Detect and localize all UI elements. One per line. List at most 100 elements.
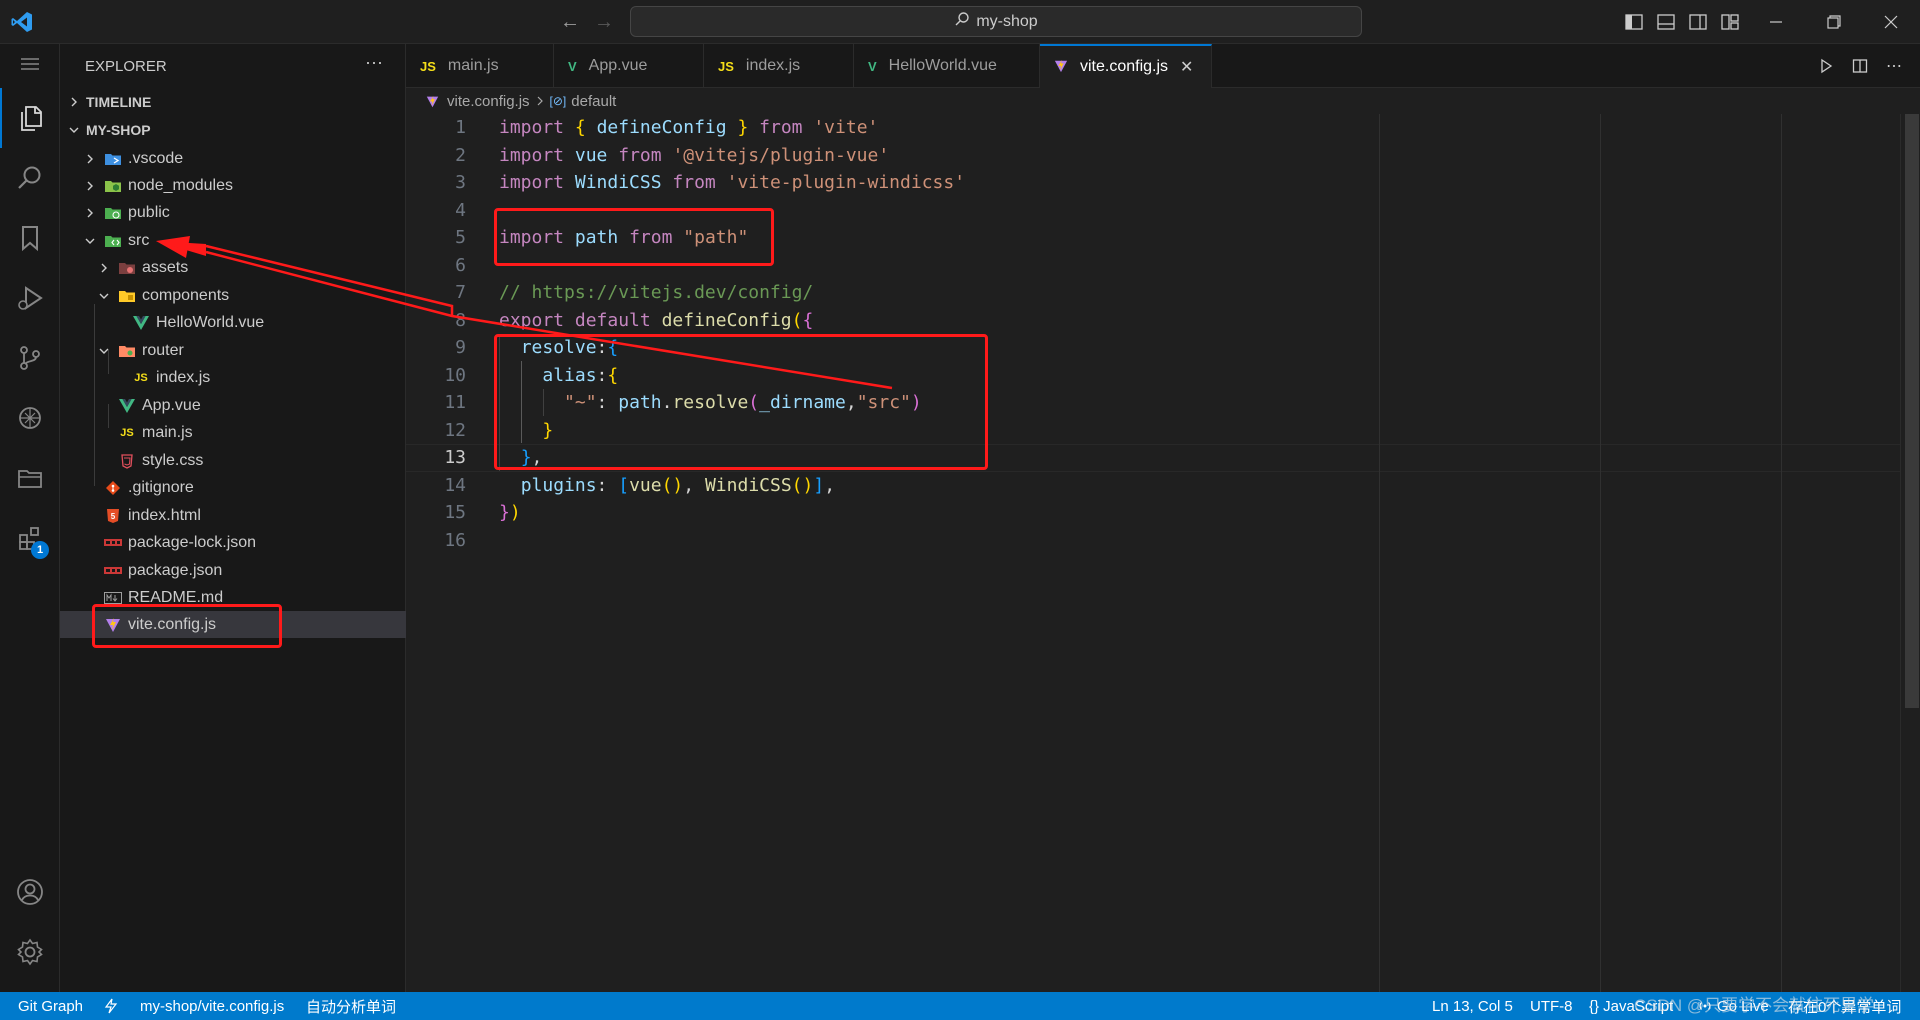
tree-file-main-js[interactable]: JS main.js: [60, 419, 406, 446]
tree-file-app-vue[interactable]: App.vue: [60, 392, 406, 419]
search-icon[interactable]: [0, 148, 60, 208]
code-line[interactable]: 15}): [406, 499, 1900, 527]
tree-item-label: style.css: [142, 451, 204, 469]
source-control-icon[interactable]: [0, 328, 60, 388]
close-window-icon[interactable]: [1862, 0, 1920, 44]
tree-folder-vscode[interactable]: .vscode: [60, 145, 406, 172]
tree-item-label: main.js: [142, 423, 193, 441]
tree-file-package-lock[interactable]: package-lock.json: [60, 529, 406, 556]
tree-file-router-index[interactable]: JS index.js: [60, 364, 406, 391]
components-folder-icon: [118, 287, 136, 305]
line-number: 7: [455, 282, 466, 303]
menu-icon[interactable]: [0, 44, 60, 84]
git-graph-button[interactable]: Git Graph: [18, 992, 83, 1020]
breadcrumb-symbol[interactable]: default: [571, 93, 616, 110]
line-number: 5: [455, 227, 466, 248]
customize-layout-icon[interactable]: [1718, 10, 1742, 34]
chatgpt-icon[interactable]: [0, 388, 60, 448]
chevron-right-icon: [82, 151, 98, 167]
split-editor-icon[interactable]: [1848, 54, 1872, 78]
tab-app-vue[interactable]: V App.vue: [554, 44, 704, 88]
timeline-section[interactable]: TIMELINE: [60, 88, 406, 115]
code-line[interactable]: 16: [406, 527, 1900, 555]
chevron-right-icon: [96, 260, 112, 276]
tree-file-style-css[interactable]: style.css: [60, 447, 406, 474]
tree-folder-node-modules[interactable]: node_modules: [60, 172, 406, 199]
tab-label: main.js: [447, 57, 499, 74]
tree-folder-src[interactable]: src: [60, 227, 406, 254]
tree-folder-assets[interactable]: assets: [60, 254, 406, 281]
tree-file-index-html[interactable]: 5 index.html: [60, 502, 406, 529]
line-number: 1: [455, 117, 466, 138]
toggle-secondary-sidebar-icon[interactable]: [1686, 10, 1710, 34]
code-line[interactable]: 14 plugins: [vue(), WindiCSS()],: [406, 472, 1900, 500]
code-text: // https://vitejs.dev/config/: [499, 282, 814, 303]
code-text: import { defineConfig } from 'vite': [499, 117, 879, 138]
tab-helloworld-vue[interactable]: V HelloWorld.vue: [854, 44, 1040, 88]
search-icon: [954, 11, 970, 32]
close-tab-icon[interactable]: ✕: [1180, 57, 1193, 77]
auto-analyze-status[interactable]: 自动分析单词: [306, 992, 396, 1020]
tree-item-label: components: [142, 286, 230, 304]
chevron-down-icon: [96, 288, 112, 304]
breadcrumb: vite.config.js [⊘] default: [406, 88, 1920, 114]
title-bar: ← → my-shop: [0, 0, 1920, 44]
tab-index-js[interactable]: JS index.js: [704, 44, 854, 88]
folder-icon[interactable]: [0, 448, 60, 508]
encoding-status[interactable]: UTF-8: [1530, 992, 1573, 1020]
code-line[interactable]: 2 import vue from '@vitejs/plugin-vue': [406, 142, 1900, 170]
tree-item-label: package-lock.json: [128, 533, 257, 551]
explorer-sidebar: EXPLORER ··· TIMELINE MY-SHOP .vscode no…: [60, 44, 406, 992]
cursor-position-status[interactable]: Ln 13, Col 5: [1432, 992, 1513, 1020]
vue-file-icon: V: [868, 58, 877, 74]
line-number: 16: [444, 529, 466, 551]
code-line[interactable]: 7 // https://vitejs.dev/config/: [406, 279, 1900, 307]
code-line[interactable]: 8 export default defineConfig({: [406, 307, 1900, 335]
toggle-primary-sidebar-icon[interactable]: [1622, 10, 1646, 34]
tab-label: vite.config.js: [1080, 58, 1169, 75]
tree-item-label: assets: [142, 258, 189, 276]
tree-folder-public[interactable]: public: [60, 199, 406, 226]
lightning-icon[interactable]: [104, 992, 118, 1020]
tree-file-helloworld[interactable]: HelloWorld.vue: [60, 309, 406, 336]
project-label: MY-SHOP: [86, 121, 151, 138]
explorer-icon[interactable]: [0, 88, 60, 148]
file-path-status[interactable]: my-shop/vite.config.js: [140, 992, 284, 1020]
public-folder-icon: [104, 204, 122, 222]
tree-item-label: node_modules: [128, 176, 233, 194]
settings-gear-icon[interactable]: [0, 922, 60, 982]
tree-file-gitignore[interactable]: .gitignore: [60, 474, 406, 501]
vue-file-icon: V: [568, 58, 577, 74]
breadcrumb-file[interactable]: vite.config.js: [447, 93, 530, 110]
forward-arrow-icon[interactable]: →: [592, 10, 616, 34]
activity-bar: 1: [0, 44, 60, 992]
timeline-label: TIMELINE: [86, 93, 152, 110]
code-line[interactable]: 1 import { defineConfig } from 'vite': [406, 114, 1900, 142]
code-line[interactable]: 3 import WindiCSS from 'vite-plugin-windi…: [406, 169, 1900, 197]
extensions-icon[interactable]: 1: [0, 508, 60, 568]
tab-vite-config-js[interactable]: vite.config.js ✕: [1040, 44, 1212, 88]
editor-scrollbar[interactable]: [1900, 114, 1920, 992]
scrollbar-thumb[interactable]: [1905, 114, 1919, 708]
chevron-down-icon: [82, 233, 98, 249]
restore-icon[interactable]: [1805, 0, 1863, 44]
run-icon[interactable]: [1814, 54, 1838, 78]
minimize-icon[interactable]: [1747, 0, 1805, 44]
run-debug-icon[interactable]: [0, 268, 60, 328]
bookmark-icon[interactable]: [0, 208, 60, 268]
tree-folder-router[interactable]: router: [60, 337, 406, 364]
line-number: 8: [455, 309, 466, 331]
account-icon[interactable]: [0, 862, 60, 922]
more-actions-icon[interactable]: ⋯: [1882, 54, 1906, 78]
css-file-icon: [118, 452, 136, 470]
tree-folder-components[interactable]: components: [60, 282, 406, 309]
command-center-search[interactable]: my-shop: [630, 6, 1362, 37]
vite-file-icon: [1054, 59, 1068, 76]
more-actions-icon[interactable]: ···: [362, 53, 386, 77]
back-arrow-icon[interactable]: ←: [558, 10, 582, 34]
project-section[interactable]: MY-SHOP: [60, 116, 406, 143]
editor-tabs: JS main.js V App.vue JS index.js V Hello…: [406, 44, 1920, 88]
tab-main-js[interactable]: JS main.js: [406, 44, 554, 88]
tree-file-package-json[interactable]: package.json: [60, 557, 406, 584]
toggle-panel-icon[interactable]: [1654, 10, 1678, 34]
